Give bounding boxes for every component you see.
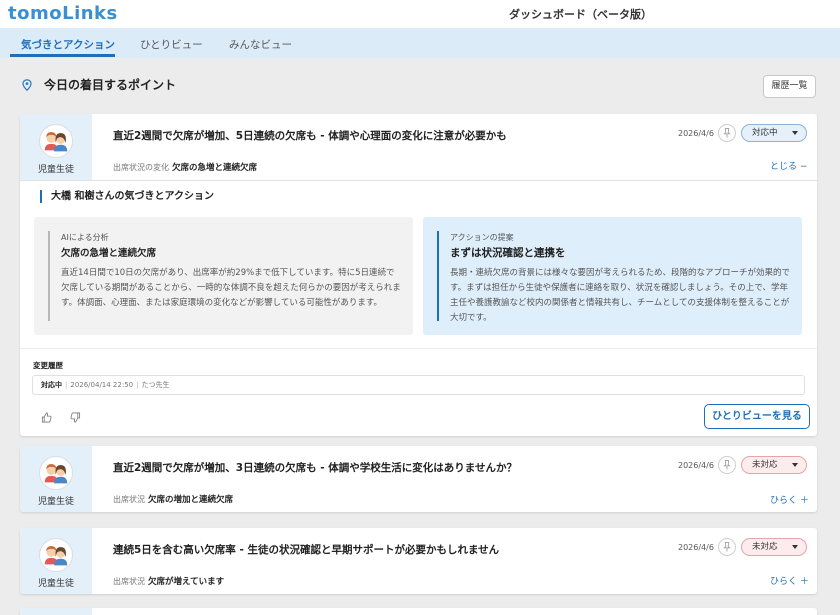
card-side-panel: 児童生徒 [20, 446, 92, 512]
history-user: たつ先生 [141, 381, 170, 389]
tab-everyone-view[interactable]: みんなビュー [229, 37, 292, 52]
caret-down-icon [792, 131, 798, 135]
card-date: 2026/4/6 [678, 461, 714, 470]
alert-card: 児童生徒 直近2週間で欠席が増加、5日連続の欠席も - 体調や心理面の変化に注意… [20, 114, 817, 436]
card-side-panel: 児童生徒 [20, 114, 92, 180]
collapse-link[interactable]: とじる − [770, 159, 807, 172]
action-body: 長期・連続欠席の背景には様々な要因が考えられるため、段階的なアプローチが効果的で… [450, 268, 791, 323]
tab-individual-view[interactable]: ひとりビュー [140, 37, 203, 52]
location-pin-icon [22, 79, 32, 91]
meta-value: 欠席の急増と連続欠席 [172, 163, 258, 173]
app-title: ダッシュボード（ベータ版） [509, 8, 652, 21]
pin-icon[interactable] [718, 538, 736, 556]
meta-label: 出席状況の変化 [113, 163, 169, 172]
card-side-panel [20, 608, 92, 615]
ack-section-title: 大橋 和樹さんの気づきとアクション [40, 190, 214, 203]
ai-body: 直近14日間で10日の欠席があり、出席率が約29%まで低下しています。特に5日連… [61, 268, 401, 308]
status-select[interactable]: 対応中 [741, 124, 807, 142]
ai-kicker: AIによる分析 [61, 233, 109, 242]
ai-analysis-panel: AIによる分析 欠席の急増と連続欠席 直近14日間で10日の欠席があり、出席率が… [34, 217, 413, 335]
active-tab-indicator [10, 54, 115, 57]
status-select[interactable]: 未対応 [741, 456, 807, 474]
card-date: 2026/4/6 [678, 543, 714, 552]
meta-value: 欠席の増加と連続欠席 [148, 495, 234, 505]
panel-accent-bar [48, 231, 50, 321]
thumbs-down-icon[interactable] [70, 412, 81, 423]
card-side-panel: 児童生徒 [20, 528, 92, 594]
student-label: 児童生徒 [37, 497, 74, 507]
card-meta: 出席状況 欠席の増加と連続欠席 [113, 493, 233, 505]
expand-link[interactable]: ひらく ＋ [770, 574, 809, 587]
alert-card: 児童生徒 直近2週間で欠席が増加、3日連続の欠席も - 体調や学校生活に変化はあ… [20, 446, 817, 512]
card-title: 連続5日を含む高い欠席率 - 生徒の状況確認と早期サポートが必要かもしれません [113, 544, 500, 556]
student-avatar-icon [39, 538, 73, 572]
change-history-row: 対応中 | 2026/04/14 22:50 | たつ先生 [32, 375, 805, 395]
history-list-button[interactable]: 履歴一覧 [763, 75, 816, 98]
meta-value: 欠席が増えています [148, 577, 225, 587]
app-logo[interactable]: tomoLinks [8, 3, 118, 24]
card-meta: 出席状況 欠席が増えています [113, 575, 224, 587]
caret-down-icon [792, 463, 798, 467]
action-kicker: アクションの提案 [450, 233, 514, 242]
panel-accent-bar [437, 231, 439, 321]
student-avatar-icon [39, 124, 73, 158]
card-title: 直近2週間で欠席が増加、5日連続の欠席も - 体調や心理面の変化に注意が必要かも [113, 130, 507, 142]
thumbs-up-icon[interactable] [41, 412, 52, 423]
student-label: 児童生徒 [37, 165, 74, 175]
student-label: 児童生徒 [37, 579, 74, 589]
alert-card-partial [20, 608, 817, 615]
tab-bar: 気づきとアクション ひとりビュー みんなビュー [0, 28, 840, 58]
expand-link[interactable]: ひらく ＋ [770, 493, 809, 506]
card-date: 2026/4/6 [678, 129, 714, 138]
caret-down-icon [792, 545, 798, 549]
section-title: 今日の着目するポイント [44, 78, 177, 92]
card-meta: 出席状況の変化 欠席の急増と連続欠席 [113, 161, 257, 173]
pin-icon[interactable] [718, 456, 736, 474]
alert-card: 児童生徒 連続5日を含む高い欠席率 - 生徒の状況確認と早期サポートが必要かもし… [20, 528, 817, 594]
history-divider [20, 348, 817, 349]
pin-icon[interactable] [718, 124, 736, 142]
card-title: 直近2週間で欠席が増加、3日連続の欠席も - 体調や学校生活に変化はありませんか… [113, 462, 517, 474]
tab-awareness-action[interactable]: 気づきとアクション [21, 37, 115, 52]
status-value: 未対応 [752, 542, 778, 552]
history-status: 対応中 [41, 381, 62, 389]
status-value: 対応中 [752, 128, 778, 138]
card-divider [20, 180, 817, 181]
action-proposal-panel: アクションの提案 まずは状況確認と連携を 長期・連続欠席の背景には様々な要因が考… [423, 217, 802, 335]
history-datetime: 2026/04/14 22:50 [70, 381, 134, 389]
action-heading: まずは状況確認と連携を [450, 247, 566, 259]
ai-heading: 欠席の急増と連続欠席 [61, 248, 157, 259]
view-individual-button[interactable]: ひとりビューを見る [704, 404, 810, 429]
status-value: 未対応 [752, 460, 778, 470]
status-select[interactable]: 未対応 [741, 538, 807, 556]
change-history-label: 変更履歴 [33, 361, 63, 370]
student-avatar-icon [39, 456, 73, 490]
top-bar: tomoLinks ダッシュボード（ベータ版） [0, 0, 840, 28]
meta-label: 出席状況 [113, 577, 145, 586]
meta-label: 出席状況 [113, 495, 145, 504]
